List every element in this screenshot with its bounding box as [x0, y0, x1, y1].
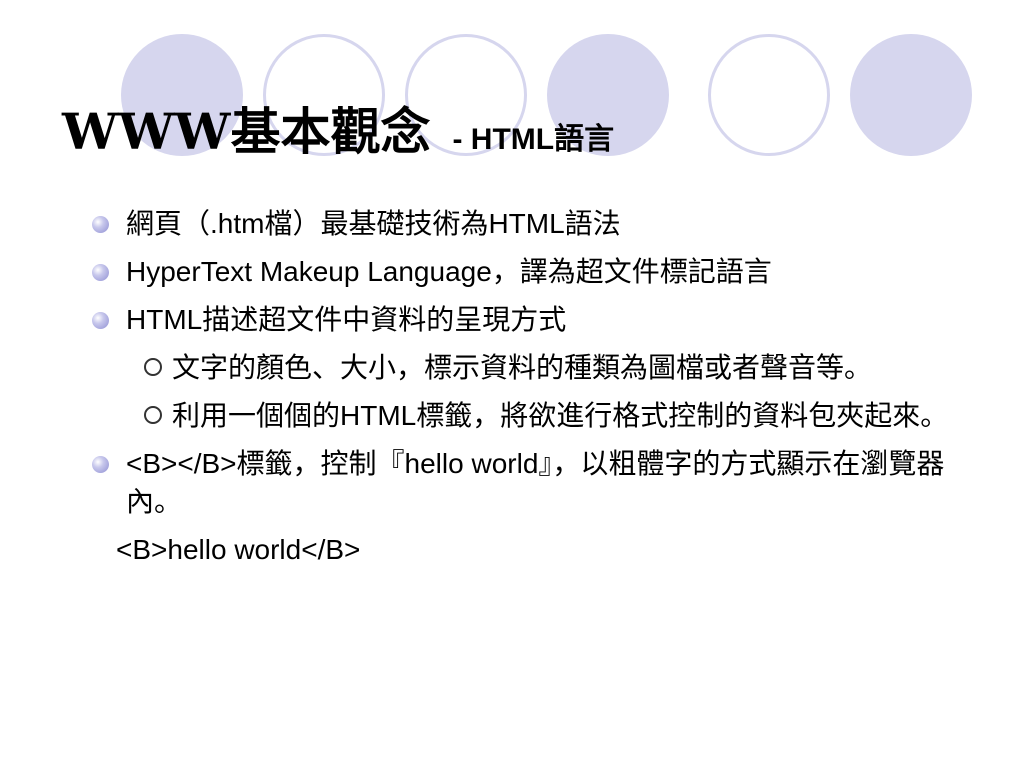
- title-main: WWW基本觀念: [62, 102, 431, 161]
- bullet-ring-icon: [144, 406, 162, 424]
- bullet-text: 網頁（.htm檔）最基礎技術為HTML語法: [126, 208, 621, 239]
- sub-bullet-item: 利用一個個的HTML標籤，將欲進行格式控制的資料包夾起來。: [92, 397, 952, 435]
- bullet-list: 網頁（.htm檔）最基礎技術為HTML語法 HyperText Makeup L…: [92, 205, 952, 569]
- title-sub: - HTML語言: [452, 123, 615, 156]
- bullet-dot-icon: [92, 312, 109, 329]
- bullet-dot-icon: [92, 216, 109, 233]
- bullet-text: HyperText Makeup Language，譯為超文件標記語言: [126, 256, 772, 287]
- bullet-text: HTML描述超文件中資料的呈現方式: [126, 304, 567, 335]
- code-example: <B>hello world</B>: [116, 534, 361, 565]
- slide-title: WWW基本觀念 - HTML語言: [62, 92, 614, 164]
- bullet-item: HTML描述超文件中資料的呈現方式: [92, 301, 952, 339]
- bullet-item: HyperText Makeup Language，譯為超文件標記語言: [92, 253, 952, 291]
- decor-circle-6: [850, 34, 972, 156]
- bullet-item: 網頁（.htm檔）最基礎技術為HTML語法: [92, 205, 952, 243]
- bullet-dot-icon: [92, 456, 109, 473]
- sub-bullet-item: 文字的顏色、大小，標示資料的種類為圖檔或者聲音等。: [92, 349, 952, 387]
- sub-bullet-text: 利用一個個的HTML標籤，將欲進行格式控制的資料包夾起來。: [172, 400, 949, 431]
- bullet-ring-icon: [144, 358, 162, 376]
- sub-bullet-text: 文字的顏色、大小，標示資料的種類為圖檔或者聲音等。: [172, 352, 873, 383]
- slide: WWW基本觀念 - HTML語言 網頁（.htm檔）最基礎技術為HTML語法 Hy…: [0, 0, 1024, 768]
- bullet-text: <B></B>標籤，控制『hello world』，以粗體字的方式顯示在瀏覽器內…: [126, 448, 945, 517]
- bullet-dot-icon: [92, 264, 109, 281]
- decor-circle-5: [708, 34, 830, 156]
- bullet-item: <B></B>標籤，控制『hello world』，以粗體字的方式顯示在瀏覽器內…: [92, 445, 952, 521]
